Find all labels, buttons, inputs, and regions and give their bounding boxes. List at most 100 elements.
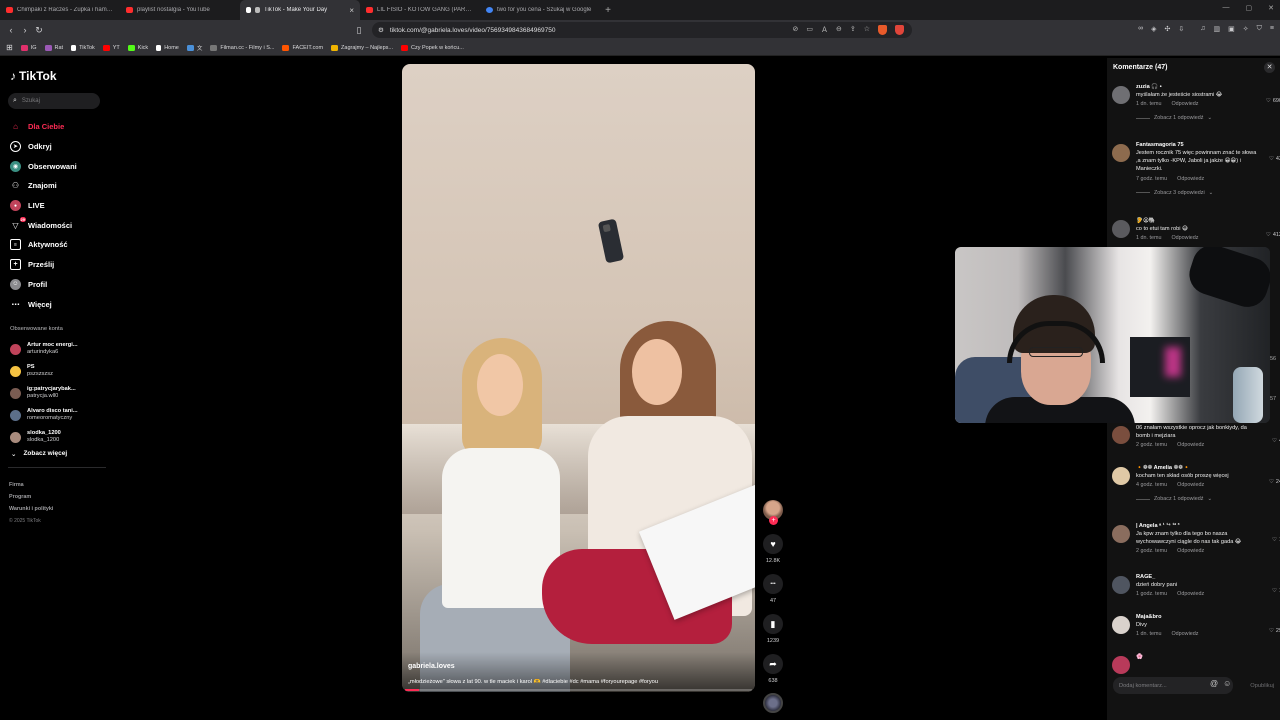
- reply-button[interactable]: Odpowiedz: [1177, 591, 1204, 597]
- sidebar-item-live[interactable]: ● LIVE: [10, 196, 106, 216]
- reply-button[interactable]: Odpowiedz: [1171, 631, 1198, 637]
- footer-link[interactable]: Warunki i polityki: [9, 503, 53, 515]
- browser-tab[interactable]: Chimpaki z Racześ - Zupka i hamburg...: [0, 0, 120, 20]
- sidebar-icon[interactable]: ▥: [1214, 25, 1221, 33]
- comment-like-button[interactable]: ♡4: [1272, 438, 1280, 444]
- sidebar-item-upload[interactable]: + Prześlij: [10, 255, 106, 275]
- comment-like-button[interactable]: ♡24: [1269, 479, 1280, 485]
- bookmark[interactable]: Kick: [127, 44, 148, 51]
- browser-tab[interactable]: playlist nostalgia - YouTube: [120, 0, 240, 20]
- new-tab-button[interactable]: +: [600, 5, 616, 16]
- sidebar-item-for-you[interactable]: ⌂ Dla Ciebie: [10, 117, 106, 137]
- apps-grid-icon[interactable]: ⊞: [6, 43, 13, 52]
- close-tab-icon[interactable]: ×: [349, 6, 354, 15]
- comment-action[interactable]: ••• 47: [763, 574, 783, 604]
- minimize-icon[interactable]: —: [1223, 4, 1230, 12]
- back-icon[interactable]: ‹: [4, 25, 18, 35]
- view-replies-button[interactable]: Zobacz 1 odpowiedź ⌄: [1136, 496, 1260, 502]
- bookmark[interactable]: YT: [102, 44, 120, 51]
- view-replies-button[interactable]: Zobacz 3 odpowiedzi ⌄: [1136, 190, 1260, 196]
- bookmark[interactable]: Czy Popek w końcu...: [401, 44, 464, 51]
- shield-icon[interactable]: ⛉: [1257, 25, 1262, 33]
- followed-account[interactable]: Alvaro disco tani... romeoromatyczny: [10, 404, 106, 426]
- video-progress-bar[interactable]: [405, 689, 752, 691]
- video-player[interactable]: gabriela.loves „młodzieżowe" słowa z lat…: [402, 64, 755, 692]
- wallet-icon[interactable]: ▣: [1228, 25, 1235, 33]
- followed-account[interactable]: PS pszszszsz: [10, 360, 106, 382]
- bookmark[interactable]: Filman.cc - Filmy i S...: [210, 44, 274, 51]
- comment-username[interactable]: Fantasmagoria 75: [1136, 142, 1260, 149]
- footer-link[interactable]: Program: [9, 491, 53, 503]
- maximize-icon[interactable]: ▢: [1246, 4, 1253, 12]
- reply-button[interactable]: Odpowiedz: [1171, 235, 1198, 241]
- sidebar-item-messages[interactable]: ▽ 29 Wiadomości: [10, 215, 106, 235]
- reply-button[interactable]: Odpowiedz: [1177, 548, 1204, 554]
- forward-icon[interactable]: ›: [18, 25, 32, 35]
- translate-icon[interactable]: Ａ: [821, 25, 828, 35]
- puzzle-icon[interactable]: ✣: [1165, 25, 1171, 33]
- heart-icon[interactable]: ♥: [763, 534, 783, 554]
- comment-avatar[interactable]: [1112, 220, 1130, 238]
- sidebar-item-following[interactable]: ◉ Obserwowani: [10, 156, 106, 176]
- speaker-icon[interactable]: [255, 7, 260, 13]
- share-action[interactable]: ➦ 638: [763, 654, 783, 684]
- view-replies-button[interactable]: Zobacz 1 odpowiedź ⌄: [1136, 115, 1260, 121]
- rewards-icon[interactable]: [895, 25, 904, 35]
- comment-username[interactable]: zuzia 🎧 •: [1136, 84, 1260, 91]
- comment-username[interactable]: 🦻😫🐘: [1136, 218, 1260, 225]
- see-more-button[interactable]: ⌄ Zobacz więcej: [11, 450, 67, 458]
- mention-icon[interactable]: @: [1210, 679, 1218, 688]
- sidebar-item-profile[interactable]: ☺ Profil: [10, 275, 106, 295]
- share-icon[interactable]: ➦: [763, 654, 783, 674]
- vpn-icon[interactable]: ∞: [1138, 25, 1143, 33]
- followed-account[interactable]: slodka_1200 slodka_1200: [10, 426, 106, 448]
- comment-avatar[interactable]: [1112, 616, 1130, 634]
- reply-button[interactable]: Odpowiedz: [1177, 176, 1204, 182]
- comment-like-button[interactable]: ♡690: [1266, 98, 1280, 104]
- download-icon[interactable]: ⇩: [1178, 25, 1184, 33]
- like-action[interactable]: ♥ 12.8K: [763, 534, 783, 564]
- sidebar-item-friends[interactable]: ⚇ Znajomi: [10, 176, 106, 196]
- bookmark[interactable]: 文: [186, 44, 202, 52]
- follow-plus-icon[interactable]: +: [769, 516, 778, 525]
- reply-button[interactable]: Odpowiedz: [1177, 482, 1204, 488]
- followed-account[interactable]: ig:patrycjarybak... patrycja.wll0: [10, 382, 106, 404]
- comment-avatar[interactable]: [1112, 144, 1130, 162]
- bookmark-page-icon[interactable]: ▯: [352, 25, 366, 36]
- close-icon[interactable]: ✕: [1264, 62, 1275, 73]
- bookmark-icon[interactable]: ▮: [763, 614, 783, 634]
- bookmark[interactable]: Rat: [44, 44, 63, 51]
- comment-avatar[interactable]: [1112, 426, 1130, 444]
- bookmark[interactable]: Zagrajmy – Najleps...: [331, 44, 393, 51]
- browser-tab[interactable]: two for you cena - Szukaj w Google: [480, 0, 600, 20]
- footer-link[interactable]: Firma: [9, 479, 53, 491]
- video-author[interactable]: gabriela.loves: [408, 663, 455, 670]
- close-window-icon[interactable]: ✕: [1268, 4, 1274, 12]
- browser-tab[interactable]: LIL FISIO - KOTÓW GANG (PARODIA...: [360, 0, 480, 20]
- bookmark[interactable]: Home: [156, 44, 179, 51]
- reload-icon[interactable]: ↻: [32, 25, 46, 36]
- browser-tab-active[interactable]: TikTok - Make Your Day ×: [240, 0, 360, 20]
- creator-avatar[interactable]: +: [763, 500, 783, 525]
- comment-username[interactable]: 🔸❁❁ Amelia ❁❁🔸: [1136, 465, 1260, 472]
- comment-avatar[interactable]: [1112, 576, 1130, 594]
- comment-avatar[interactable]: [1112, 86, 1130, 104]
- bookmark[interactable]: IG: [20, 44, 37, 51]
- sidebar-item-more[interactable]: ⋯ Więcej: [10, 294, 106, 314]
- comment-like-button[interactable]: ♡1: [1272, 588, 1280, 594]
- comment-icon[interactable]: •••: [763, 574, 783, 594]
- comment-username[interactable]: 🌸: [1136, 654, 1260, 661]
- zoom-icon[interactable]: ⊖: [836, 25, 842, 35]
- comment-avatar[interactable]: [1112, 525, 1130, 543]
- comment-username[interactable]: Maja&bro: [1136, 614, 1260, 621]
- no-cast-icon[interactable]: ⊘: [792, 25, 798, 35]
- share-page-icon[interactable]: ⇪: [850, 25, 856, 35]
- save-action[interactable]: ▮ 1239: [763, 614, 783, 644]
- comment-like-button[interactable]: ♡29: [1269, 628, 1280, 634]
- extension-icon[interactable]: ◈: [1151, 25, 1156, 33]
- music-icon[interactable]: ♫: [1200, 25, 1205, 33]
- comment-like-button[interactable]: ♡412: [1266, 232, 1280, 238]
- tiktok-logo[interactable]: ♪ TikTok: [10, 69, 57, 83]
- reply-button[interactable]: Odpowiedz: [1171, 101, 1198, 107]
- comment-avatar[interactable]: [1112, 656, 1130, 674]
